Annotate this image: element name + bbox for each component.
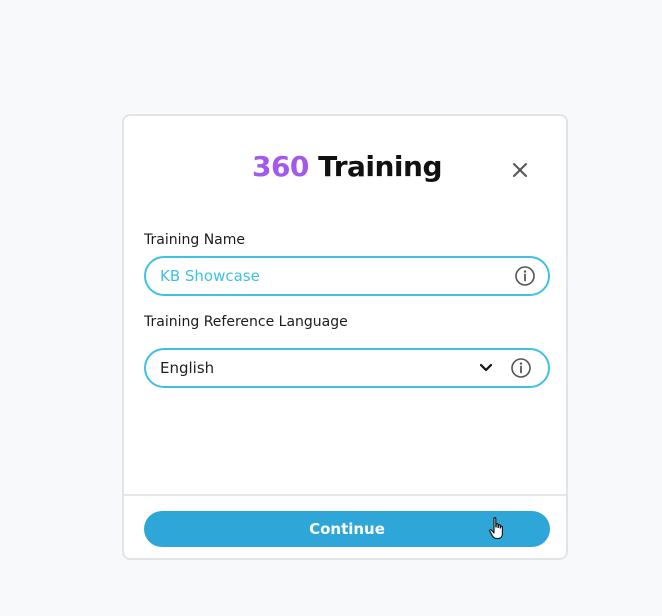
info-icon[interactable] <box>510 357 532 379</box>
info-icon[interactable] <box>514 265 536 287</box>
dialog-title-word: Training <box>318 150 443 183</box>
dialog-title-number: 360 <box>251 150 309 183</box>
training-dialog: 360 Training Training Name KB Showcase T… <box>122 114 568 560</box>
footer-divider <box>124 494 566 496</box>
reference-language-select[interactable]: English <box>144 348 550 388</box>
training-name-input[interactable]: KB Showcase <box>144 256 550 296</box>
dialog-title: 360 Training <box>124 150 570 183</box>
training-name-label: Training Name <box>144 232 245 248</box>
close-button[interactable] <box>508 158 532 182</box>
hand-pointer-cursor-icon <box>488 516 508 542</box>
close-icon <box>513 163 527 177</box>
reference-language-value: English <box>160 359 215 377</box>
training-name-value: KB Showcase <box>160 267 260 285</box>
chevron-down-icon <box>478 360 494 376</box>
reference-language-label: Training Reference Language <box>144 314 348 330</box>
